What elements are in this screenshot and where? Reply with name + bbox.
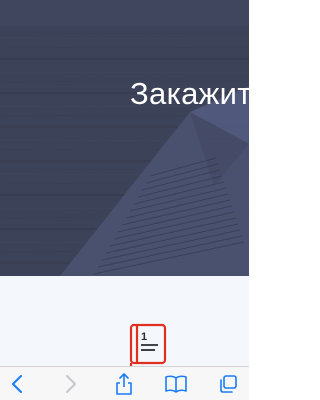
back-button[interactable] (3, 371, 31, 397)
tabs-button[interactable] (214, 371, 242, 397)
browser-toolbar (0, 366, 249, 400)
hero-background-image (0, 26, 249, 276)
bookmarks-icon (165, 375, 187, 393)
browser-viewport: Закажите 1 (0, 0, 249, 400)
book-step-one-icon: 1 (129, 323, 167, 369)
share-icon (116, 373, 132, 395)
hero-title: Закажите (130, 76, 249, 111)
status-bar (0, 0, 249, 26)
hero-banner: Закажите (0, 26, 249, 276)
bookmarks-button[interactable] (162, 371, 190, 397)
content-area: 1 (0, 276, 249, 369)
forward-button[interactable] (57, 371, 85, 397)
svg-text:1: 1 (141, 331, 147, 343)
chevron-right-icon (66, 375, 76, 393)
chevron-left-icon (12, 375, 22, 393)
share-button[interactable] (110, 371, 138, 397)
tabs-icon (220, 375, 237, 393)
